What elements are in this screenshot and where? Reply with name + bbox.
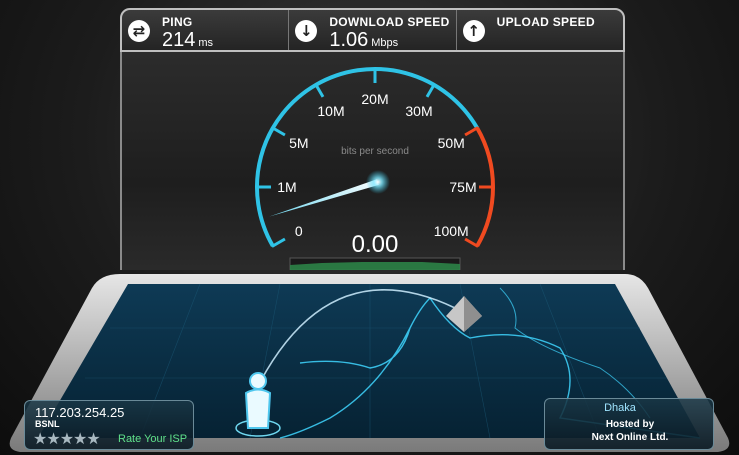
gauge-tick — [271, 237, 286, 248]
host-name: Next Online Ltd. — [591, 432, 669, 443]
gauge-tick-label: 50M — [438, 135, 465, 151]
isp-rating-stars[interactable]: ★★★★★ — [33, 429, 101, 449]
ping-unit: ms — [198, 37, 214, 49]
client-ip: 117.203.254.25 — [35, 405, 125, 420]
download-stat: ↓ DOWNLOAD SPEED 1.06 Mbps — [289, 10, 457, 52]
gauge-tick-label: 5M — [289, 135, 308, 151]
needle-hub-glow — [366, 170, 390, 194]
gauge-tick — [314, 83, 325, 98]
server-info-panel[interactable]: Dhaka Hosted by Next Online Ltd. — [544, 398, 714, 450]
download-label: DOWNLOAD SPEED — [329, 15, 450, 29]
ping-value-line: 214 ms — [162, 29, 213, 52]
speed-gauge-panel: 0 1M 5M 10M 20M 30M 50M 75M 100M bits per second… — [120, 52, 625, 270]
client-info-panel: 117.203.254.25 BSNL ★★★★★ Rate Your ISP — [24, 400, 194, 450]
gauge-tick-label: 1M — [277, 179, 296, 195]
download-value: 1.06 — [329, 29, 369, 51]
ping-label: PING — [162, 15, 193, 29]
gauge-tick-label: 75M — [449, 179, 476, 195]
rate-isp-link[interactable]: Rate Your ISP — [118, 433, 187, 445]
gauge-tick — [464, 237, 479, 248]
upload-stat: ↑ UPLOAD SPEED — [457, 10, 623, 50]
gauge-tick-label: 10M — [317, 103, 344, 119]
gauge-tick — [464, 126, 479, 137]
isp-name: BSNL — [35, 419, 60, 429]
gauge-tick — [271, 126, 286, 137]
hosted-by-label: Hosted by — [605, 419, 655, 430]
download-unit: Mbps — [371, 37, 399, 49]
download-arrow-icon: ↓ — [295, 20, 318, 42]
gauge-reading: 0.00 — [352, 231, 399, 258]
gauge-caption: bits per second — [341, 146, 409, 157]
server-city: Dhaka — [604, 402, 636, 414]
upload-value-line — [497, 29, 500, 52]
gauge-tick-label: 100M — [434, 223, 469, 239]
gauge-tick-label: 30M — [405, 103, 432, 119]
ping-stat: ⇄ PING 214 ms — [122, 10, 290, 52]
gauge-tick-label: 20M — [361, 91, 388, 107]
gauge-tick-labels: 0 1M 5M 10M 20M 30M 50M 75M 100M — [277, 91, 476, 239]
ping-value: 214 — [162, 29, 196, 51]
upload-arrow-icon: ↑ — [462, 20, 485, 42]
upload-label: UPLOAD SPEED — [496, 15, 595, 29]
gauge-tick-label: 0 — [295, 223, 303, 239]
download-value-line: 1.06 Mbps — [329, 29, 398, 52]
gauge-tick — [425, 83, 436, 98]
ping-arrows-icon: ⇄ — [128, 20, 150, 42]
speed-gauge: 0 1M 5M 10M 20M 30M 50M 75M 100M bits per second… — [255, 67, 495, 270]
stats-bar: ⇄ PING 214 ms ↓ DOWNLOAD SPEED 1.06 Mbps ↑… — [120, 8, 625, 52]
